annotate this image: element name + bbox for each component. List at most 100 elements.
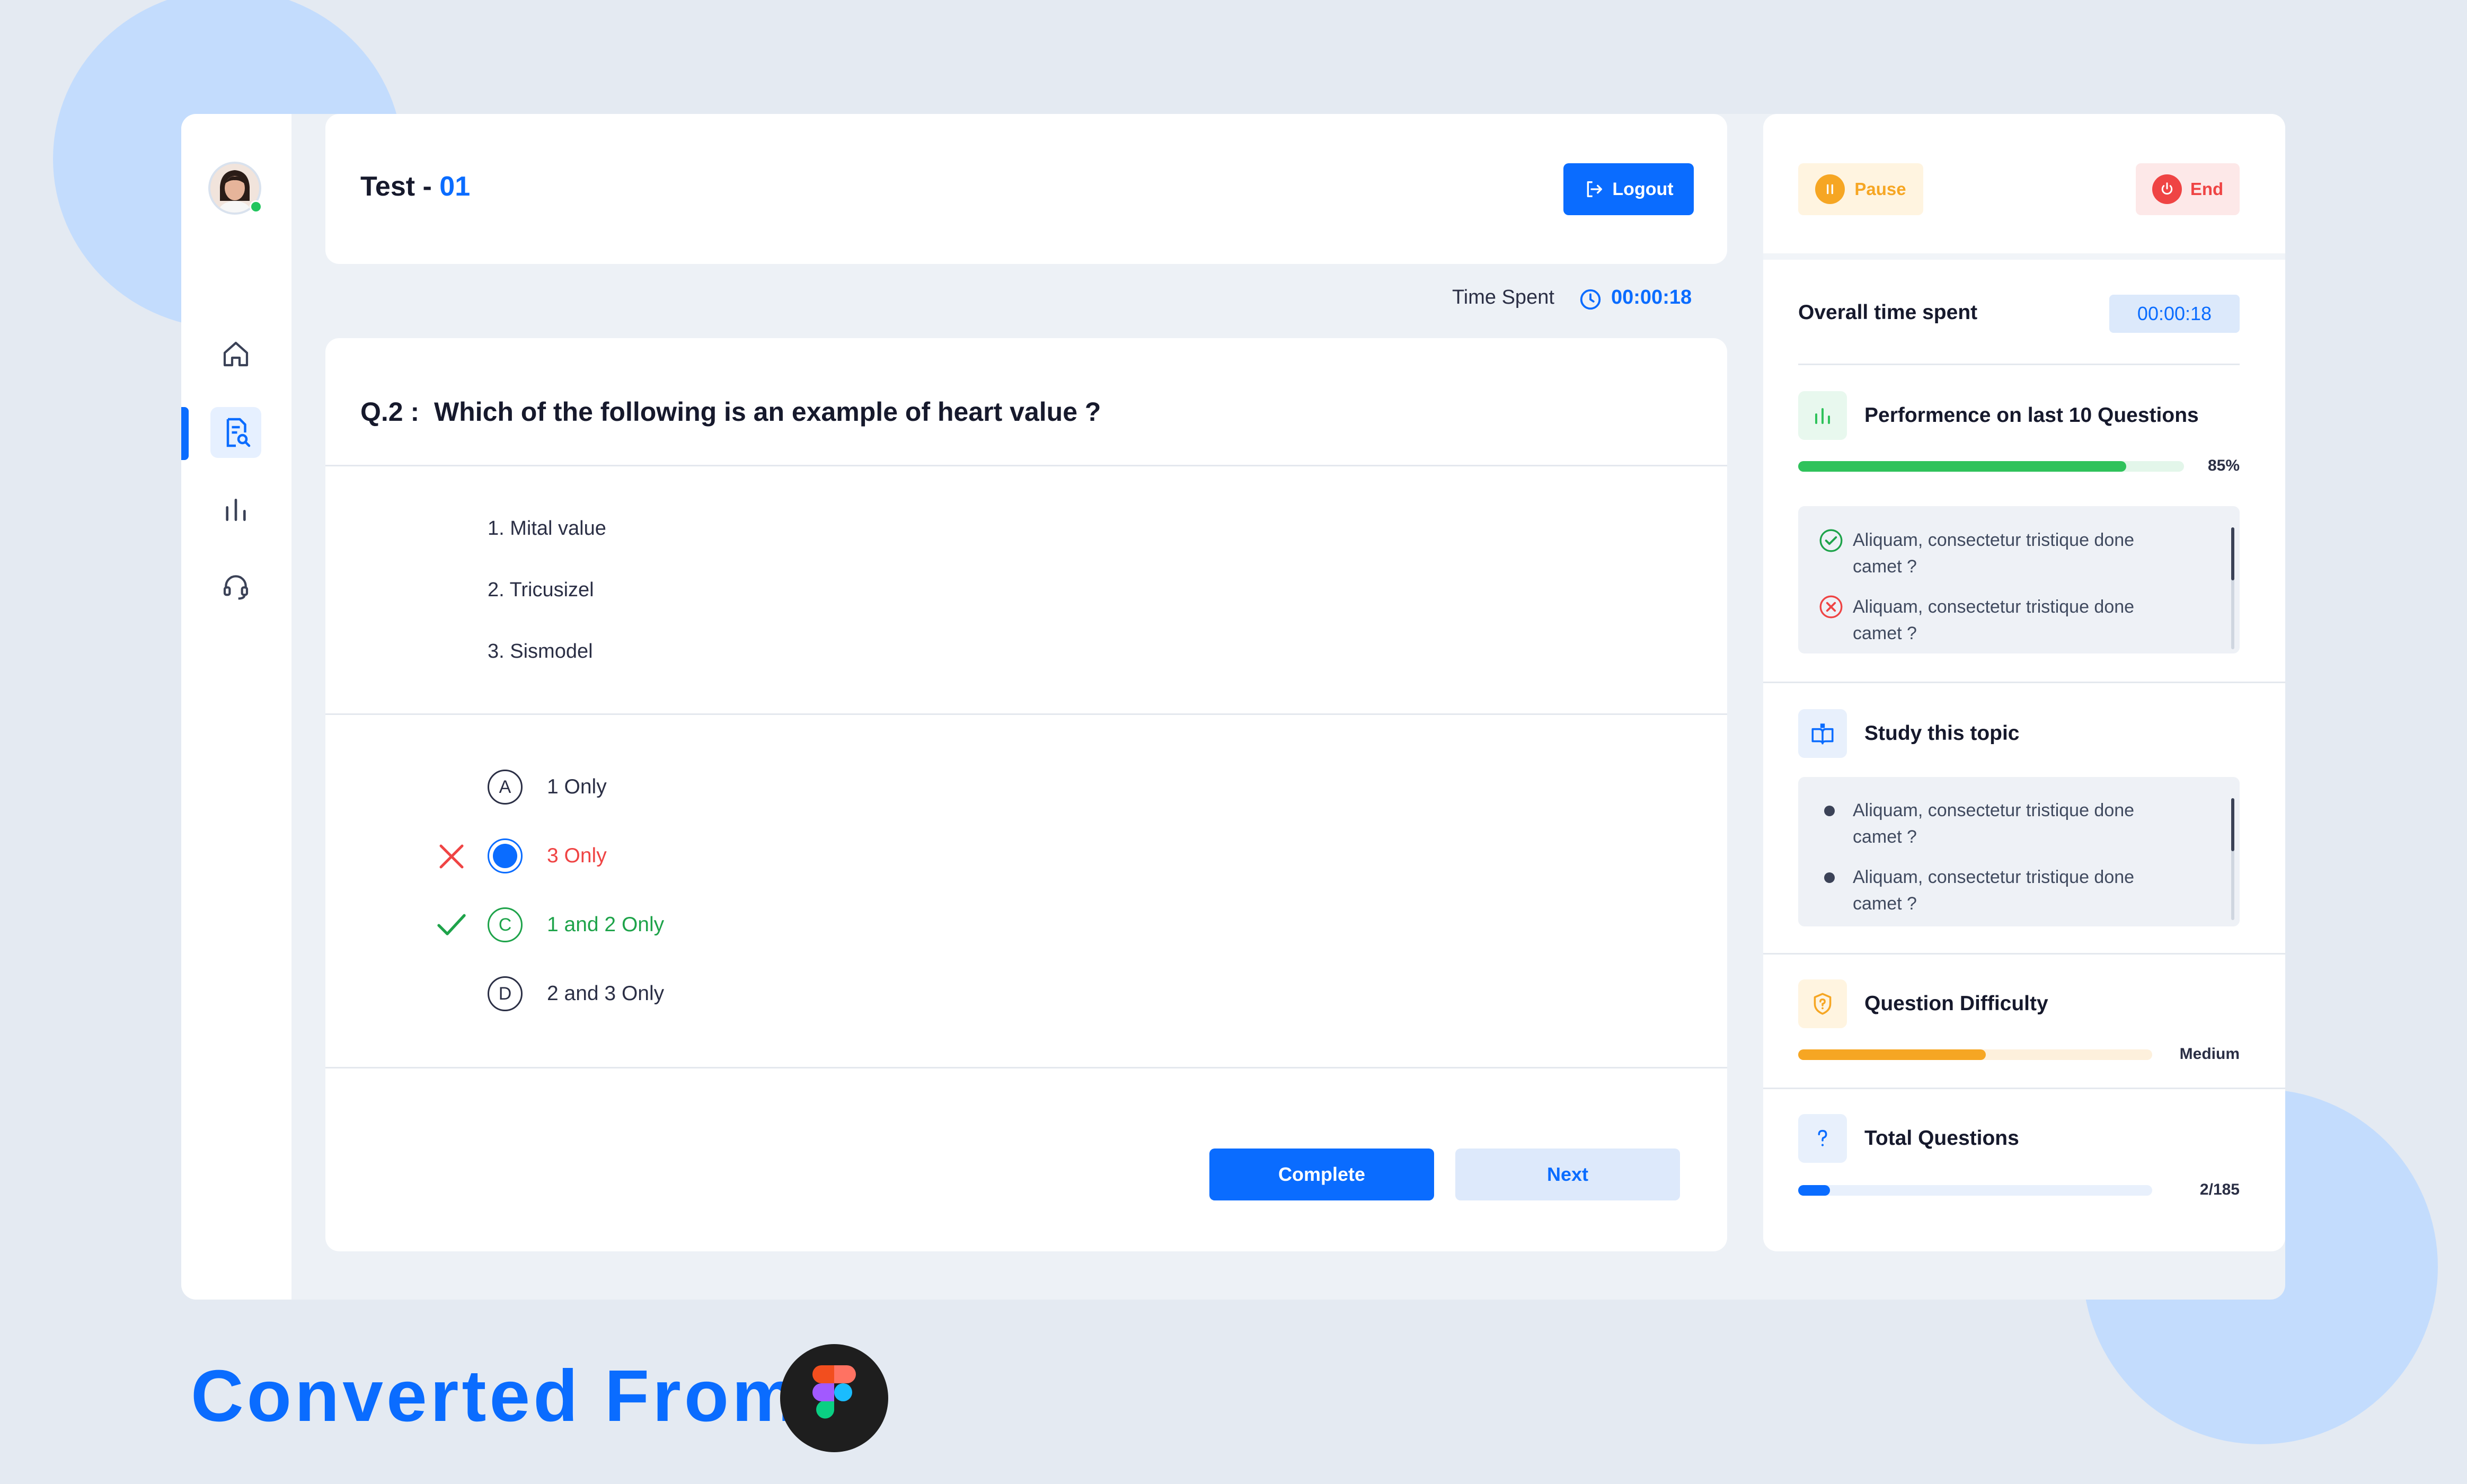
option-c-radio[interactable]: C [488,907,523,942]
difficulty-title: Question Difficulty [1864,992,2048,1015]
active-nav-indicator [181,407,189,460]
difficulty-label: Medium [2179,1045,2240,1063]
pause-button[interactable]: Pause [1798,163,1923,215]
performance-item-text: camet ? [1853,556,1917,577]
page-title-prefix: Test - [360,171,440,202]
statement-2: 2. Tricusizel [488,579,594,601]
nav-home[interactable] [210,329,261,379]
time-spent-label: Time Spent [1452,286,1554,308]
header-card [325,114,1727,264]
bar-chart-icon [1815,408,1830,424]
performance-item-text: camet ? [1853,623,1917,643]
figma-logo [780,1344,888,1452]
option-a-label: 1 Only [547,775,607,798]
bar-chart-icon [226,499,246,521]
question-heading: Q.2 : Which of the following is an examp… [360,396,1101,427]
home-icon [223,341,249,367]
option-b[interactable]: 3 Only [488,838,607,873]
question-number: Q.2 : [360,397,420,427]
bullet-dot [1824,806,1835,816]
performance-icon-box [1798,391,1847,440]
option-c[interactable]: C 1 and 2 Only [488,907,664,942]
divider [325,713,1727,715]
nav-analytics[interactable] [210,484,261,535]
correct-circle-icon [1819,529,1843,552]
divider [1763,682,2285,683]
performance-progress-fill [1798,461,2126,472]
performance-progress-bar [1798,461,2184,472]
study-icon-box [1798,709,1847,758]
bullet-dot [1824,872,1835,883]
option-b-label: 3 Only [547,844,607,867]
end-button[interactable]: End [2136,163,2240,215]
scrollbar-thumb[interactable] [2231,798,2234,851]
divider [1763,953,2285,955]
total-progress-fill [1798,1185,1831,1196]
option-a[interactable]: A 1 Only [488,770,607,805]
overall-time-label: Overall time spent [1798,301,1978,324]
radio-selected-dot [493,844,517,868]
difficulty-fill [1798,1049,1986,1060]
study-item-text: camet ? [1853,894,1917,914]
study-item-text: Aliquam, consectetur tristique done [1853,867,2135,887]
divider [325,465,1727,466]
divider [1798,364,2240,365]
question-text: Which of the following is an example of … [434,397,1101,427]
performance-item[interactable]: Aliquam, consectetur tristique done came… [1853,594,2203,647]
online-status-dot [250,200,262,213]
option-c-label: 1 and 2 Only [547,913,665,936]
study-item[interactable]: Aliquam, consectetur tristique done came… [1853,864,2203,917]
pause-icon [1815,174,1845,204]
study-item-text: Aliquam, consectetur tristique done [1853,800,2135,820]
page-title-number: 01 [439,171,471,202]
sidebar [181,114,291,1300]
performance-percent: 85% [2207,457,2240,474]
study-title: Study this topic [1864,722,2020,745]
divider [325,1067,1727,1068]
document-search-icon [226,418,251,447]
converted-from-text: Converted From [191,1355,800,1437]
divider [1763,1088,2285,1089]
page-title: Test - 01 [360,171,470,202]
option-d-label: 2 and 3 Only [547,982,665,1005]
performance-item[interactable]: Aliquam, consectetur tristique done came… [1853,527,2203,580]
option-b-radio-selected[interactable] [488,838,523,873]
next-button[interactable]: Next [1455,1149,1680,1200]
option-d-radio[interactable]: D [488,976,523,1011]
end-label: End [2190,179,2224,199]
scrollbar-thumb[interactable] [2231,527,2234,580]
total-progress-bar [1798,1185,2152,1196]
study-item-text: camet ? [1853,827,1917,847]
difficulty-icon-box [1798,979,1847,1028]
panel-separator [1763,253,2285,260]
time-spent-value: 00:00:18 [1611,286,1692,308]
logout-button[interactable]: Logout [1563,163,1694,215]
performance-item-text: Aliquam, consectetur tristique done [1853,597,2135,617]
question-mark-icon [1818,1129,1827,1146]
total-count: 2/185 [2199,1181,2240,1198]
book-icon [1811,723,1834,745]
logout-icon [1587,181,1603,197]
statement-3: 3. Sismodel [488,640,593,662]
performance-item-text: Aliquam, consectetur tristique done [1853,530,2135,550]
headset-icon [223,575,249,600]
option-a-radio[interactable]: A [488,770,523,805]
wrong-circle-icon [1819,595,1843,619]
logout-label: Logout [1612,179,1674,199]
clock-icon [1580,289,1601,310]
option-d[interactable]: D 2 and 3 Only [488,976,664,1011]
difficulty-bar [1798,1049,2152,1060]
study-item[interactable]: Aliquam, consectetur tristique done came… [1853,797,2203,850]
nav-test[interactable] [210,407,261,458]
nav-support[interactable] [210,561,261,612]
correct-check-icon [437,914,466,935]
performance-title: Performence on last 10 Questions [1864,404,2199,427]
statement-1: 1. Mital value [488,517,606,540]
power-icon [2152,174,2182,204]
total-title: Total Questions [1864,1127,2019,1150]
figma-icon [812,1365,856,1419]
complete-button[interactable]: Complete [1209,1149,1434,1200]
total-icon-box [1798,1114,1847,1163]
overall-time-value: 00:00:18 [2109,295,2240,333]
wrong-mark-icon [439,844,464,869]
